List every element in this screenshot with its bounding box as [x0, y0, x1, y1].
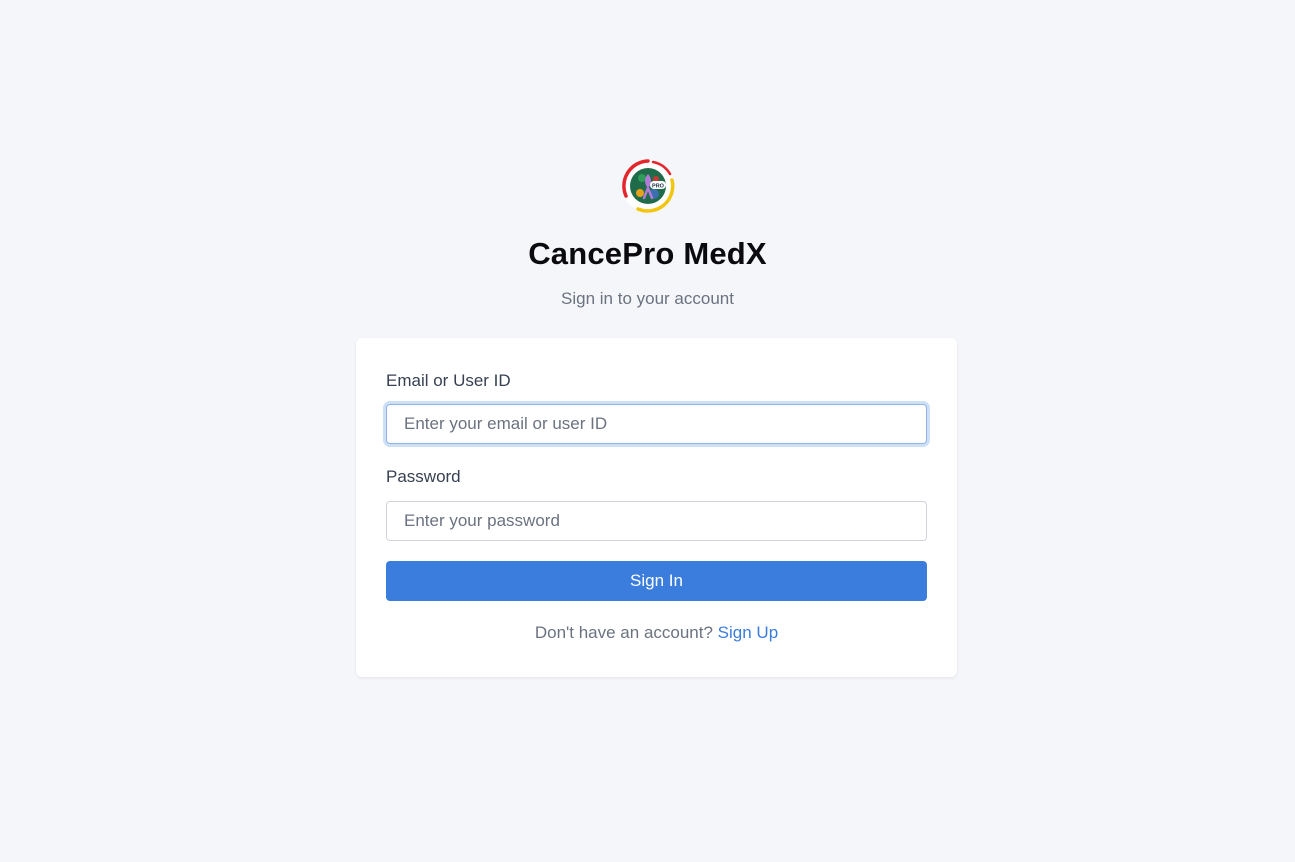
cancepro-logo-icon: PRO — [621, 159, 674, 213]
email-label: Email or User ID — [386, 371, 511, 390]
page-subtitle: Sign in to your account — [561, 289, 734, 308]
password-input[interactable] — [386, 501, 927, 541]
sign-up-link[interactable]: Sign Up — [718, 623, 778, 642]
sign-in-button[interactable]: Sign In — [386, 561, 927, 601]
email-input[interactable] — [386, 404, 927, 444]
login-page: PRO CancePro MedX Sign in to your accoun… — [0, 0, 1295, 862]
svg-text:PRO: PRO — [652, 184, 665, 190]
app-title: CancePro MedX — [528, 236, 767, 271]
signup-prompt: Don't have an account? Sign Up — [356, 622, 957, 644]
login-form-card: Email or User ID Password Sign In Don't … — [356, 338, 957, 677]
signup-prompt-text: Don't have an account? — [534, 623, 713, 642]
login-header: PRO CancePro MedX Sign in to your accoun… — [0, 158, 1295, 310]
password-label: Password — [386, 467, 461, 486]
